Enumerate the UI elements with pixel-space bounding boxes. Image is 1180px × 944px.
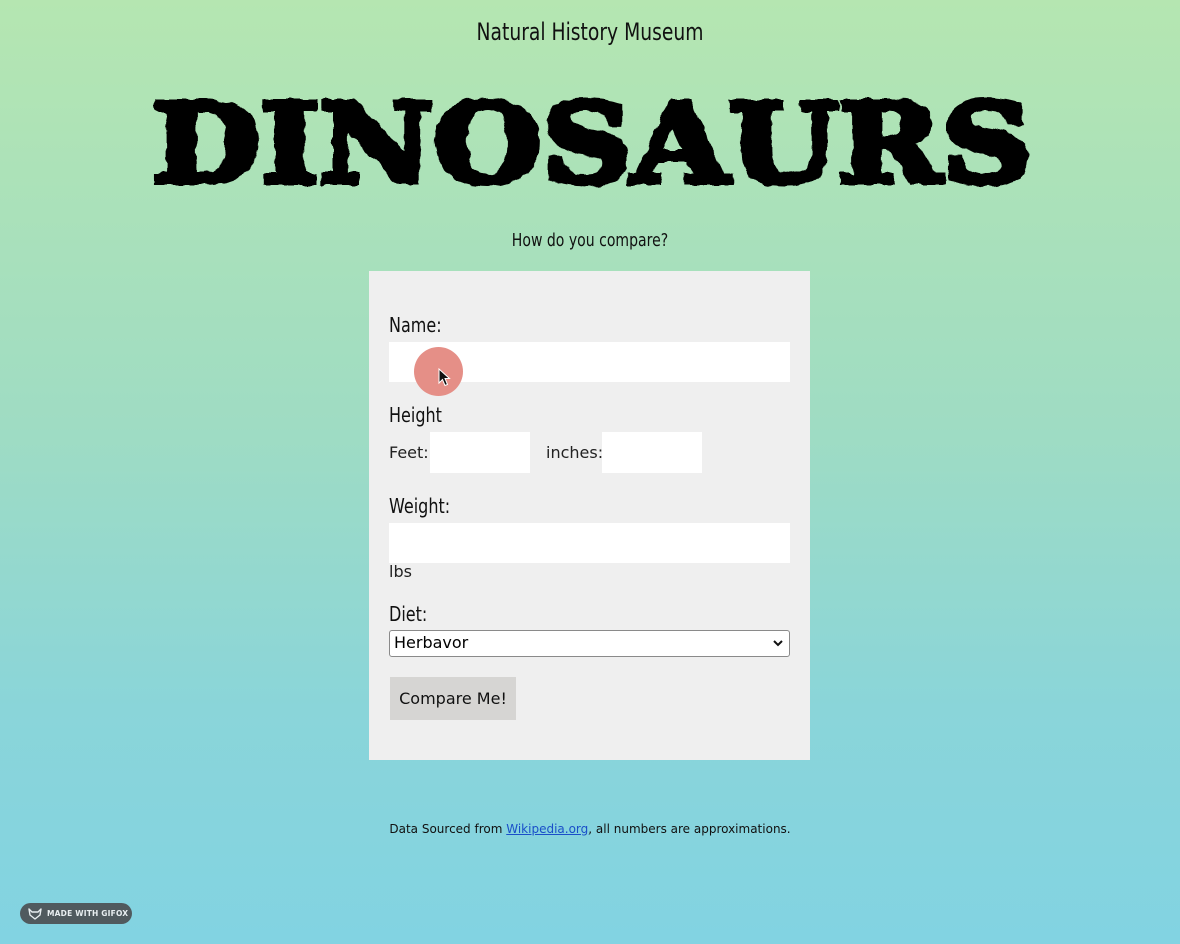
cursor-icon <box>438 368 451 387</box>
inches-input[interactable] <box>602 432 702 473</box>
footer-prefix: Data Sourced from <box>389 822 507 836</box>
feet-label: Feet: <box>389 443 429 462</box>
comparison-form: Name: Height Feet: inches: Weight: lbs D… <box>369 271 810 760</box>
diet-selected-value: Herbavor <box>394 633 469 652</box>
diet-select[interactable]: Herbavor <box>389 630 790 657</box>
weight-input[interactable] <box>389 523 790 563</box>
name-label: Name: <box>389 313 442 337</box>
dinosaurs-logo: DINOSAURS <box>149 84 1035 192</box>
footer-suffix: , all numbers are approximations. <box>588 822 791 836</box>
height-label: Height <box>389 403 442 427</box>
weight-unit-label: lbs <box>389 562 412 581</box>
wikipedia-link[interactable]: Wikipedia.org <box>506 822 588 836</box>
compare-button[interactable]: Compare Me! <box>390 677 516 720</box>
diet-label: Diet: <box>389 602 428 626</box>
badge-label: MADE WITH GIFOX <box>47 909 129 918</box>
museum-title: Natural History Museum <box>476 18 704 46</box>
page-subtitle: How do you compare? <box>511 230 669 251</box>
footer-note: Data Sourced from Wikipedia.org, all num… <box>0 822 1180 836</box>
inches-label: inches: <box>546 443 604 462</box>
fox-icon <box>28 907 42 920</box>
gifox-badge[interactable]: MADE WITH GIFOX <box>20 903 132 924</box>
feet-input[interactable] <box>430 432 530 473</box>
weight-label: Weight: <box>389 494 451 518</box>
chevron-down-icon <box>773 640 783 647</box>
logo-text: DINOSAURS <box>152 84 1032 192</box>
